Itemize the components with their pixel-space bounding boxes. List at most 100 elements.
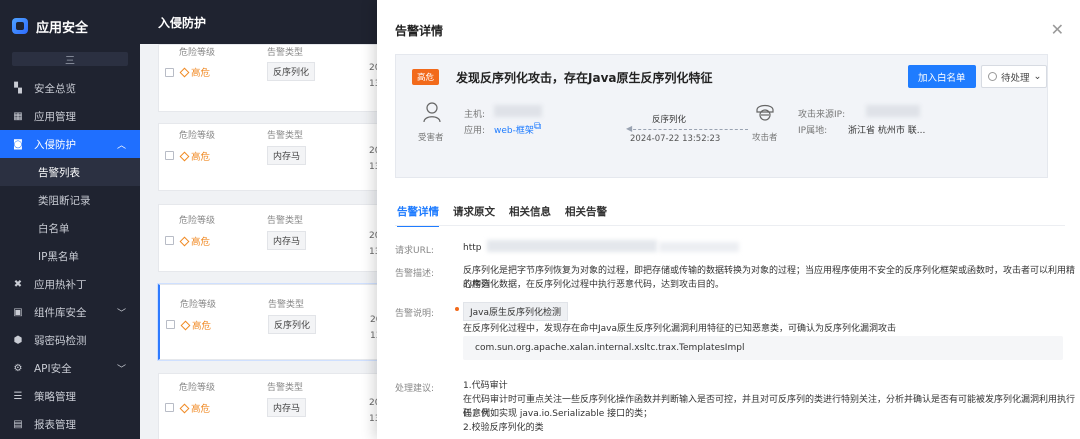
tab-divider — [395, 225, 1065, 226]
sidebar-subitem-whitelist[interactable]: 白名单 — [0, 214, 140, 242]
sidebar-item-label: API安全 — [34, 362, 72, 375]
col-header-risk: 危险等级 — [179, 131, 216, 141]
tab-raw-request[interactable]: 请求原文 — [453, 204, 495, 227]
sidebar-item-intrusion-protection[interactable]: ◙ 入侵防护 ︿ — [0, 130, 140, 158]
sidebar-subitem-ip-blacklist[interactable]: IP黑名单 — [0, 242, 140, 270]
alert-detail-drawer: 告警详情 ✕ 高危 发现反序列化攻击，存在Java原生反序列化特征 加入白名单 … — [377, 0, 1080, 439]
patch-icon: ✖ — [13, 278, 23, 290]
alert-type-tag: 反序列化 — [268, 315, 317, 334]
col-header-type: 告警类型 — [267, 383, 304, 393]
report-icon: ▤ — [13, 418, 23, 430]
risk-diamond-icon — [179, 67, 190, 77]
severity-badge: 高危 — [412, 69, 440, 85]
attack-type-label: 反序列化 — [652, 115, 687, 125]
sidebar-item-hot-patch[interactable]: ✖ 应用热补丁 — [0, 270, 140, 298]
risk-level: 高危 — [179, 149, 210, 163]
chevron-up-icon: ︿ — [116, 140, 126, 151]
brand: 应用安全 — [0, 0, 140, 52]
sidebar-item-label: 应用管理 — [34, 110, 76, 123]
advice-line: 码，例如实现 java.io.Serializable 接口的类； — [463, 409, 653, 419]
badge-label: 高危 — [417, 73, 435, 83]
victim-label: 受害者 — [418, 133, 444, 143]
risk-diamond-icon — [179, 403, 190, 413]
explanation-label: 告警说明: — [395, 309, 435, 319]
status-label: 待处理 — [1001, 72, 1030, 84]
app-label: 应用: — [464, 126, 486, 136]
sidebar-item-component-security[interactable]: ▣ 组件库安全 ﹀ — [0, 298, 140, 326]
api-icon: ⚙ — [13, 362, 23, 374]
list-item[interactable]: 危险等级 告警类型 高危 内存马 20 13 — [158, 204, 398, 272]
row-checkbox[interactable] — [165, 68, 174, 77]
attacker-icon — [756, 104, 774, 121]
description-line: 的序列化数据，在反序列化过程中执行恶意代码，达到攻击目的。 — [463, 280, 725, 290]
list-item[interactable]: 危险等级 告警类型 高危 内存马 20 13 — [158, 123, 398, 191]
page-title: 入侵防护 — [158, 15, 207, 30]
risk-level: 高危 — [179, 65, 210, 79]
sidebar-item-weak-password[interactable]: ⬢ 弱密码检测 — [0, 326, 140, 354]
row-checkbox[interactable] — [166, 320, 175, 329]
source-ip-label: 攻击来源IP: — [798, 110, 846, 120]
risk-diamond-icon — [179, 151, 190, 161]
row-checkbox[interactable] — [165, 403, 174, 412]
external-link-icon[interactable]: ⧉ — [534, 121, 541, 132]
sidebar-item-app-management[interactable]: ▦ 应用管理 — [0, 102, 140, 130]
risk-label: 高危 — [192, 321, 212, 332]
brand-title: 应用安全 — [36, 20, 89, 36]
row-checkbox[interactable] — [165, 151, 174, 160]
list-item[interactable]: 危险等级 告警类型 高危 反序列化 20 13 — [158, 44, 398, 112]
alert-title: 发现反序列化攻击，存在Java原生反序列化特征 — [456, 71, 713, 85]
chevron-down-icon: ⌄ — [1033, 71, 1042, 82]
policy-icon: ☰ — [13, 390, 23, 402]
col-header-risk: 危险等级 — [180, 300, 217, 310]
lock-icon: ⬢ — [13, 334, 23, 346]
attack-flow-line — [628, 129, 748, 130]
tab-related-alerts[interactable]: 相关告警 — [565, 204, 607, 227]
sidebar-item-reports[interactable]: ▤ 报表管理 — [0, 410, 140, 438]
app-link[interactable]: web-框架 — [494, 123, 534, 136]
chevron-down-icon: ﹀ — [116, 364, 126, 375]
sidebar-subitem-alert-list[interactable]: 告警列表 — [0, 158, 140, 186]
risk-level: 高危 — [180, 318, 212, 332]
row-checkbox[interactable] — [165, 236, 174, 245]
col-header-risk: 危险等级 — [179, 48, 216, 58]
tab-related-info[interactable]: 相关信息 — [509, 204, 551, 227]
list-item[interactable]: 危险等级 告警类型 高危 内存马 20 13 — [158, 373, 398, 439]
malicious-class-code: com.sun.org.apache.xalan.internal.xsltc.… — [463, 336, 1063, 360]
bullet-dot — [455, 307, 459, 311]
col-header-type: 告警类型 — [267, 216, 304, 226]
sidebar: 应用安全 三 ▚ 安全总览 ▦ 应用管理 ◙ 入侵防护 ︿ 告警列表 类阻断记录… — [0, 0, 140, 439]
sidebar-item-api-security[interactable]: ⚙ API安全 ﹀ — [0, 354, 140, 382]
advice-label: 处理建议: — [395, 384, 435, 394]
alert-summary-card: 高危 发现反序列化攻击，存在Java原生反序列化特征 加入白名单 待处理 ⌄ 受… — [395, 54, 1048, 178]
component-icon: ▣ — [13, 306, 23, 318]
request-url-redacted — [487, 240, 657, 252]
list-item-selected[interactable]: 危险等级 告警类型 高危 反序列化 20 13 — [158, 284, 398, 360]
collapse-button[interactable]: 三 — [12, 52, 128, 67]
col-header-risk: 危险等级 — [179, 383, 216, 393]
victim-icon — [423, 102, 441, 123]
advice-line: 1.代码审计 — [463, 381, 508, 391]
alert-type-tag: 反序列化 — [267, 62, 316, 81]
sidebar-item-label: 安全总览 — [34, 82, 76, 95]
attacker-label: 攻击者 — [752, 133, 778, 143]
close-icon[interactable]: ✕ — [1051, 20, 1064, 39]
host-label: 主机: — [464, 110, 486, 120]
status-dropdown[interactable]: 待处理 ⌄ — [981, 65, 1047, 88]
ip-location-label: IP属地: — [798, 126, 828, 136]
clock-icon — [988, 72, 997, 81]
col-header-type: 告警类型 — [268, 300, 305, 310]
drawer-title: 告警详情 — [395, 24, 444, 38]
sidebar-subitem-block-records[interactable]: 类阻断记录 — [0, 186, 140, 214]
sidebar-item-overview[interactable]: ▚ 安全总览 — [0, 74, 140, 102]
sidebar-item-label: 弱密码检测 — [34, 334, 87, 347]
tab-alert-detail[interactable]: 告警详情 — [397, 204, 439, 227]
request-url-label: 请求URL: — [395, 246, 434, 256]
risk-label: 高危 — [191, 404, 211, 415]
add-to-whitelist-button[interactable]: 加入白名单 — [908, 65, 976, 88]
shield-icon: ◙ — [13, 138, 23, 150]
risk-level: 高危 — [179, 234, 210, 248]
col-header-type: 告警类型 — [267, 131, 304, 141]
sidebar-item-policy[interactable]: ☰ 策略管理 — [0, 382, 140, 410]
chevron-down-icon: ﹀ — [116, 308, 126, 319]
sidebar-item-label: 报表管理 — [34, 418, 76, 431]
